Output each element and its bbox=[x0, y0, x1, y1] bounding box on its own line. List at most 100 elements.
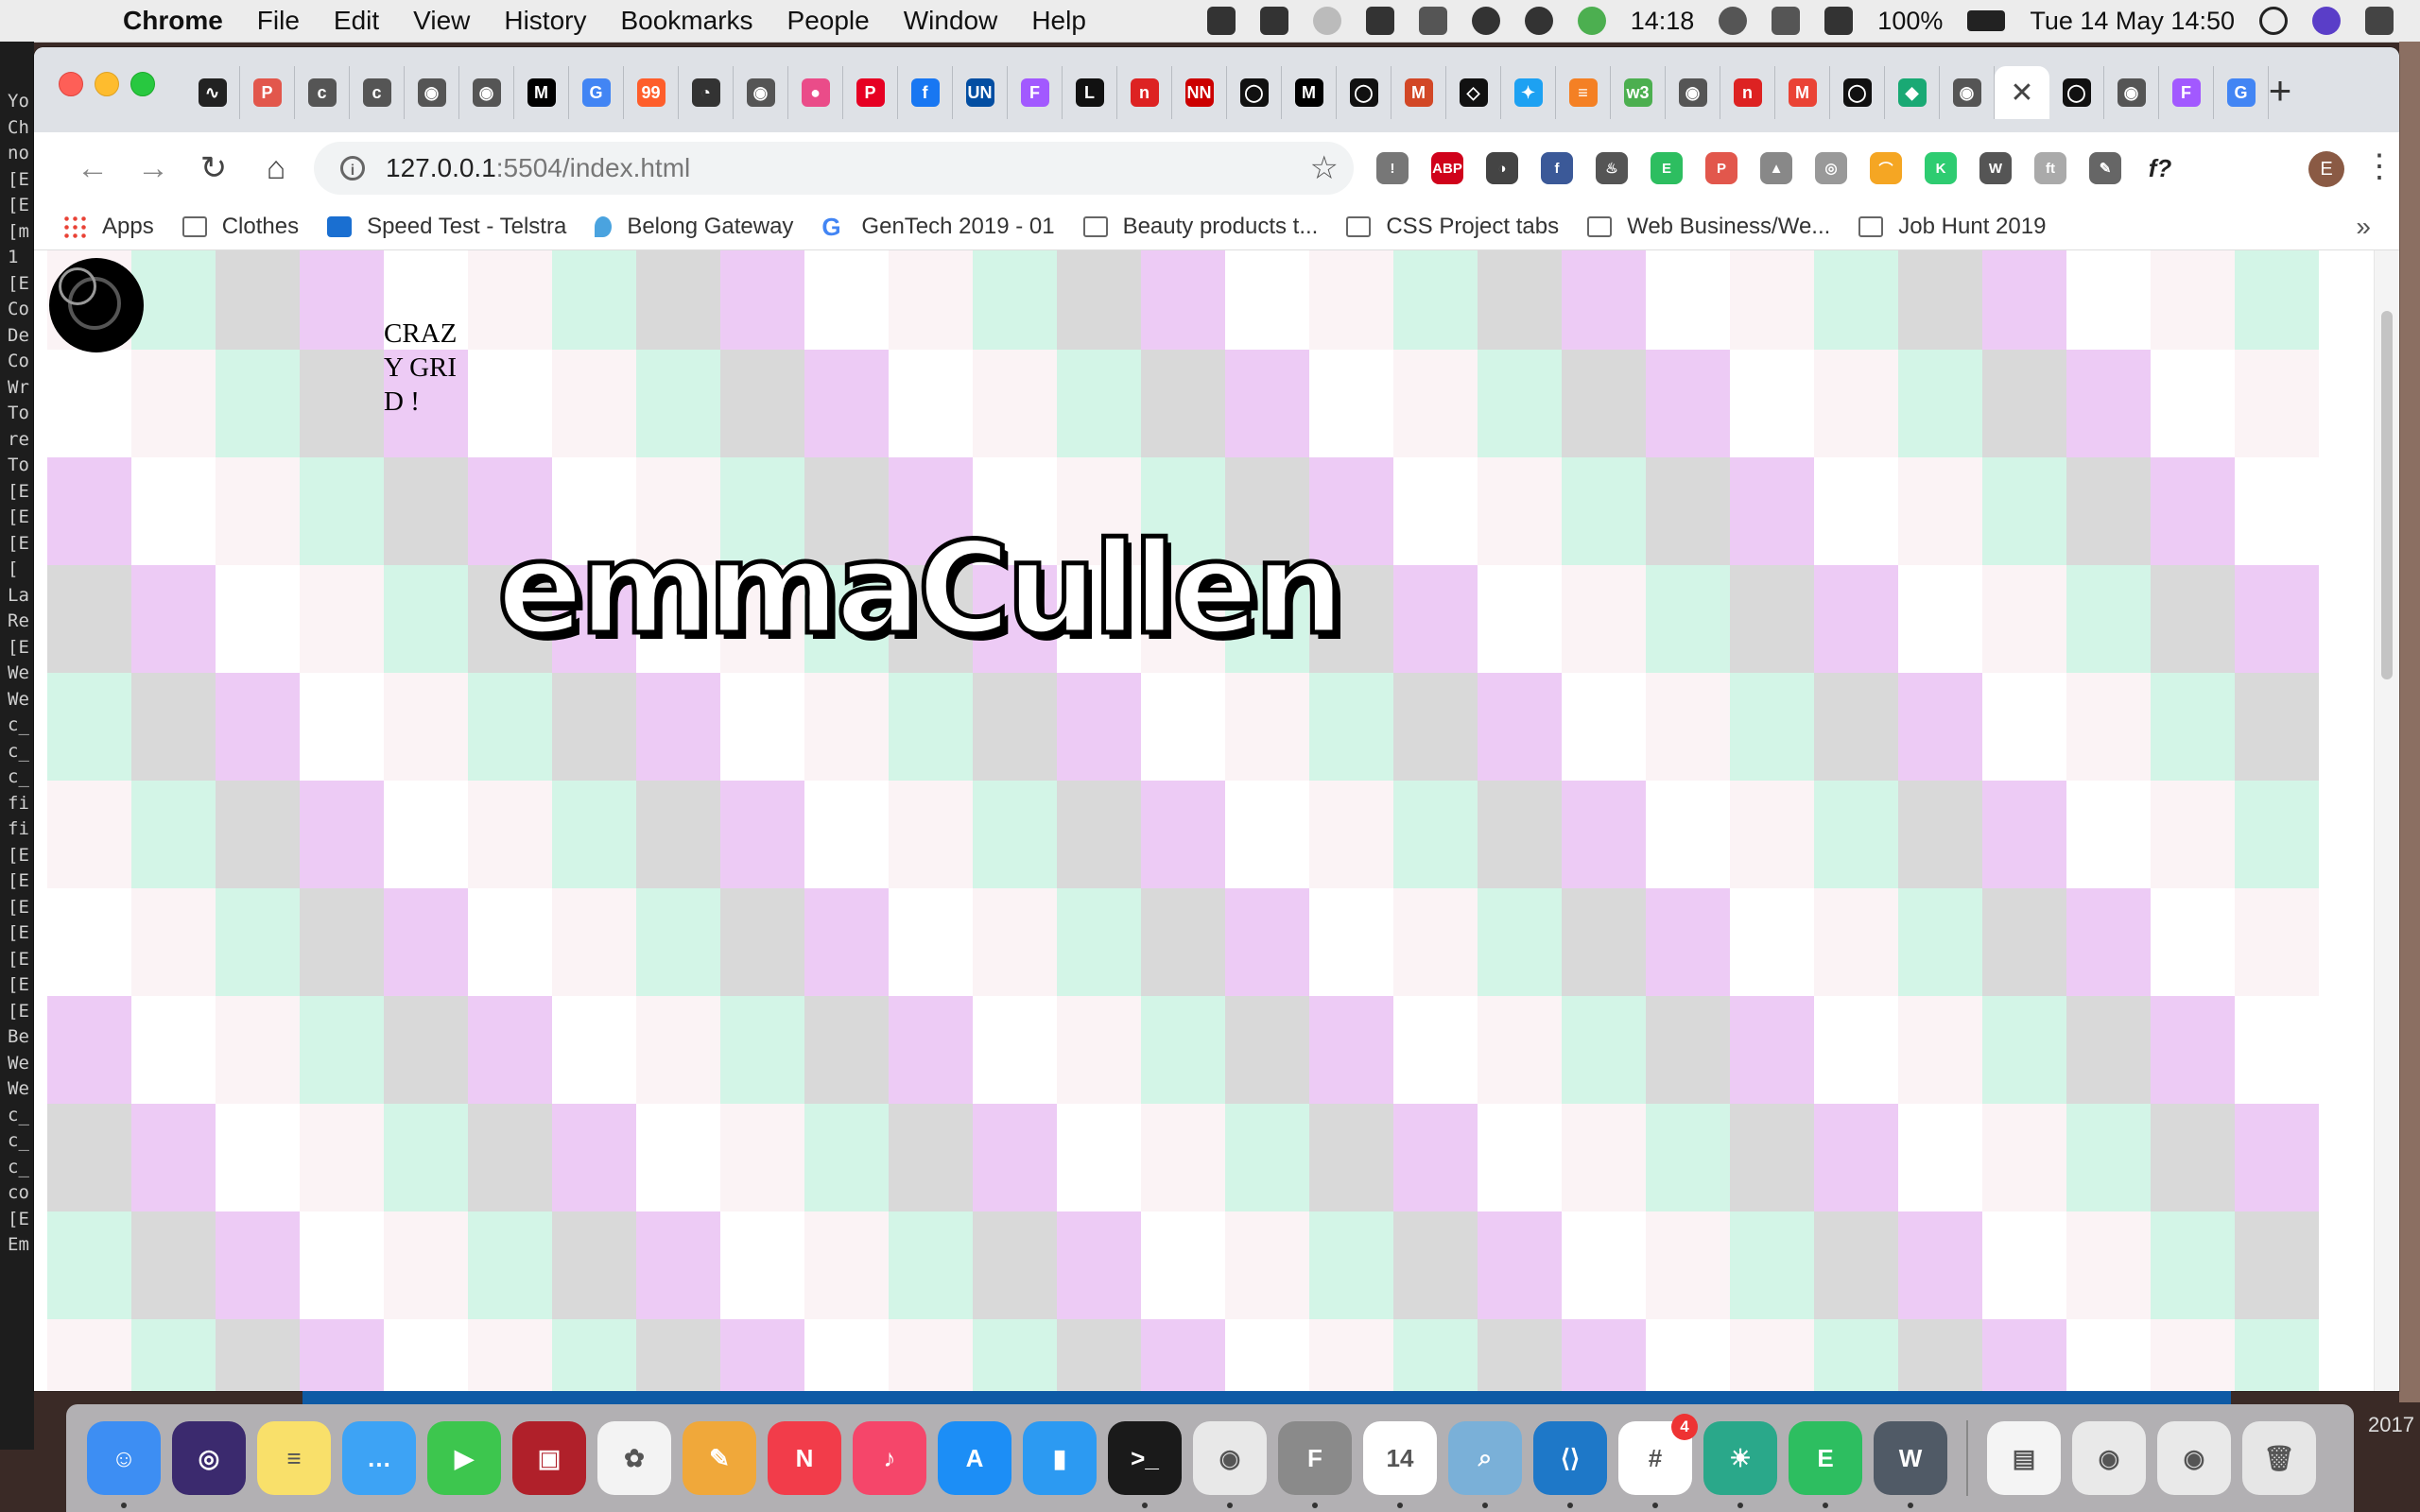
browser-tab[interactable]: M bbox=[1392, 66, 1446, 119]
trash-icon[interactable]: 🗑 bbox=[2242, 1421, 2316, 1495]
reload-icon[interactable]: ↻ bbox=[191, 146, 236, 191]
window-maximize-button[interactable] bbox=[130, 72, 155, 96]
bookmark-star-icon[interactable]: ☆ bbox=[1310, 149, 1339, 187]
time-machine-icon[interactable] bbox=[1719, 7, 1748, 35]
window-minimize-button[interactable] bbox=[95, 72, 119, 96]
adblock-icon[interactable]: ABP bbox=[1431, 152, 1463, 184]
site-logo[interactable] bbox=[49, 258, 144, 352]
browser-tab[interactable]: ◯ bbox=[1337, 66, 1392, 119]
photo-booth-icon[interactable]: ▣ bbox=[512, 1421, 586, 1495]
browser-tab[interactable]: M bbox=[1282, 66, 1337, 119]
page-scrollbar[interactable] bbox=[2374, 250, 2399, 1391]
clock[interactable]: Tue 14 May 14:50 bbox=[2030, 7, 2235, 36]
function-icon[interactable]: f? bbox=[2144, 152, 2176, 184]
rainbow-icon[interactable]: ⌒ bbox=[1870, 152, 1902, 184]
screenshot-icon[interactable] bbox=[1418, 7, 1447, 35]
browser-tab[interactable]: UN bbox=[953, 66, 1008, 119]
pdf-ext-icon[interactable]: P bbox=[1705, 152, 1737, 184]
url-text[interactable]: 127.0.0.1:5504/index.html bbox=[386, 153, 690, 183]
menu-help[interactable]: Help bbox=[1031, 6, 1086, 36]
doc-thumb-icon[interactable]: ▤ bbox=[1987, 1421, 2061, 1495]
bookmark-beauty-products[interactable]: Beauty products t... bbox=[1082, 214, 1318, 240]
menu-people[interactable]: People bbox=[787, 6, 870, 36]
pages-icon[interactable]: ✎ bbox=[683, 1421, 756, 1495]
timer-status-icon[interactable] bbox=[1577, 7, 1606, 35]
active-tab[interactable]: ✕ bbox=[1995, 66, 2049, 119]
browser-tab[interactable]: ◉ bbox=[734, 66, 788, 119]
pinwheel-icon[interactable] bbox=[1365, 7, 1394, 35]
font-icon[interactable]: ft bbox=[2034, 152, 2066, 184]
browser-tab[interactable]: 99 bbox=[624, 66, 679, 119]
browser-tab[interactable]: w3 bbox=[1611, 66, 1666, 119]
wifi-icon[interactable] bbox=[1824, 7, 1854, 35]
new-tab-button[interactable]: + bbox=[2254, 64, 2307, 117]
window-close-button[interactable] bbox=[59, 72, 83, 96]
browser-tab[interactable]: ◯ bbox=[1227, 66, 1282, 119]
bookmark-belong-gateway[interactable]: Belong Gateway bbox=[595, 214, 793, 240]
extension-alert-icon[interactable]: ! bbox=[1376, 152, 1409, 184]
browser-tab[interactable]: ● bbox=[788, 66, 843, 119]
browser-tab[interactable]: ✦ bbox=[1501, 66, 1556, 119]
wordpress-dock-icon[interactable]: W bbox=[1874, 1421, 1947, 1508]
facebook-ext-icon[interactable]: f bbox=[1541, 152, 1573, 184]
spotlight-search-icon[interactable] bbox=[2259, 7, 2288, 35]
browser-tab[interactable]: f bbox=[898, 66, 953, 119]
wordpress-status-icon[interactable] bbox=[1312, 7, 1341, 35]
do-not-disturb-icon[interactable] bbox=[1471, 7, 1500, 35]
phone-icon[interactable] bbox=[1772, 7, 1801, 35]
browser-tab[interactable]: ◔ bbox=[679, 66, 734, 119]
font-book-icon[interactable]: F bbox=[1278, 1421, 1352, 1508]
browser-tab[interactable]: G bbox=[569, 66, 624, 119]
browser-tab[interactable]: ◯ bbox=[2049, 66, 2104, 119]
cloud-upload-icon[interactable] bbox=[1259, 7, 1288, 35]
browser-tab[interactable]: M bbox=[1775, 66, 1830, 119]
menu-edit[interactable]: Edit bbox=[334, 6, 379, 36]
browser-tab[interactable]: c bbox=[295, 66, 350, 119]
forward-arrow-icon[interactable]: → bbox=[130, 146, 176, 191]
evernote-dock-icon[interactable]: E bbox=[1789, 1421, 1862, 1508]
home-icon[interactable]: ⌂ bbox=[253, 146, 299, 191]
evernote-icon[interactable]: E bbox=[1651, 152, 1683, 184]
browser-tab[interactable]: ≡ bbox=[1556, 66, 1611, 119]
bookmark-app-icon[interactable]: ▮ bbox=[1023, 1421, 1097, 1495]
bookmark-apps[interactable]: Apps bbox=[62, 214, 154, 240]
browser-tab[interactable]: n bbox=[1720, 66, 1775, 119]
menu-bookmarks[interactable]: Bookmarks bbox=[620, 6, 752, 36]
menu-view[interactable]: View bbox=[413, 6, 470, 36]
bookmark-job-hunt[interactable]: Job Hunt 2019 bbox=[1858, 214, 2046, 240]
notes-icon[interactable]: ≡ bbox=[257, 1421, 331, 1495]
browser-tab[interactable]: L bbox=[1063, 66, 1117, 119]
photos-icon[interactable]: ✿ bbox=[597, 1421, 671, 1495]
chrome-menu-icon[interactable]: ⋮ bbox=[2363, 147, 2395, 185]
k-icon[interactable]: K bbox=[1925, 152, 1957, 184]
evernote-status-icon[interactable] bbox=[1524, 7, 1553, 35]
w-icon[interactable]: W bbox=[1979, 152, 2012, 184]
drive-icon[interactable]: ▲ bbox=[1760, 152, 1792, 184]
bookmark-css-project-tabs[interactable]: CSS Project tabs bbox=[1346, 214, 1559, 240]
news-icon[interactable]: N bbox=[768, 1421, 841, 1495]
finder-icon[interactable]: ☺ bbox=[87, 1421, 161, 1508]
browser-tab[interactable]: P bbox=[843, 66, 898, 119]
browser-tab[interactable]: ∿ bbox=[185, 66, 240, 119]
terminal-icon[interactable]: >_ bbox=[1108, 1421, 1182, 1508]
timer-text[interactable]: 14:18 bbox=[1631, 7, 1695, 36]
browser-tab[interactable]: ◆ bbox=[1885, 66, 1940, 119]
bookmark-speed-test[interactable]: Speed Test - Telstra bbox=[327, 214, 566, 240]
bookmark-gentech[interactable]: G GenTech 2019 - 01 bbox=[821, 214, 1054, 240]
calendar-icon[interactable]: 14 bbox=[1363, 1421, 1437, 1508]
bookmark-web-business[interactable]: Web Business/We... bbox=[1587, 214, 1830, 240]
vscode-icon[interactable]: ⟨⟩ bbox=[1533, 1421, 1607, 1508]
messages-icon[interactable]: … bbox=[342, 1421, 416, 1495]
siri-icon[interactable]: ◎ bbox=[172, 1421, 246, 1495]
chrome-icon[interactable]: ◉ bbox=[1193, 1421, 1267, 1508]
bookmarks-overflow-button[interactable]: » bbox=[2356, 212, 2371, 242]
browser-tab[interactable]: ◉ bbox=[405, 66, 459, 119]
slack-icon[interactable]: #4 bbox=[1618, 1414, 1698, 1508]
globe-ext-icon[interactable]: ◎ bbox=[1815, 152, 1847, 184]
close-icon[interactable]: ✕ bbox=[2008, 77, 2036, 109]
app-store-icon[interactable]: A bbox=[938, 1421, 1011, 1495]
flame-icon[interactable]: ♨ bbox=[1596, 152, 1628, 184]
browser-tab[interactable]: ◉ bbox=[459, 66, 514, 119]
browser-tab[interactable]: ◯ bbox=[1830, 66, 1885, 119]
notification-center-icon[interactable] bbox=[2365, 7, 2394, 35]
